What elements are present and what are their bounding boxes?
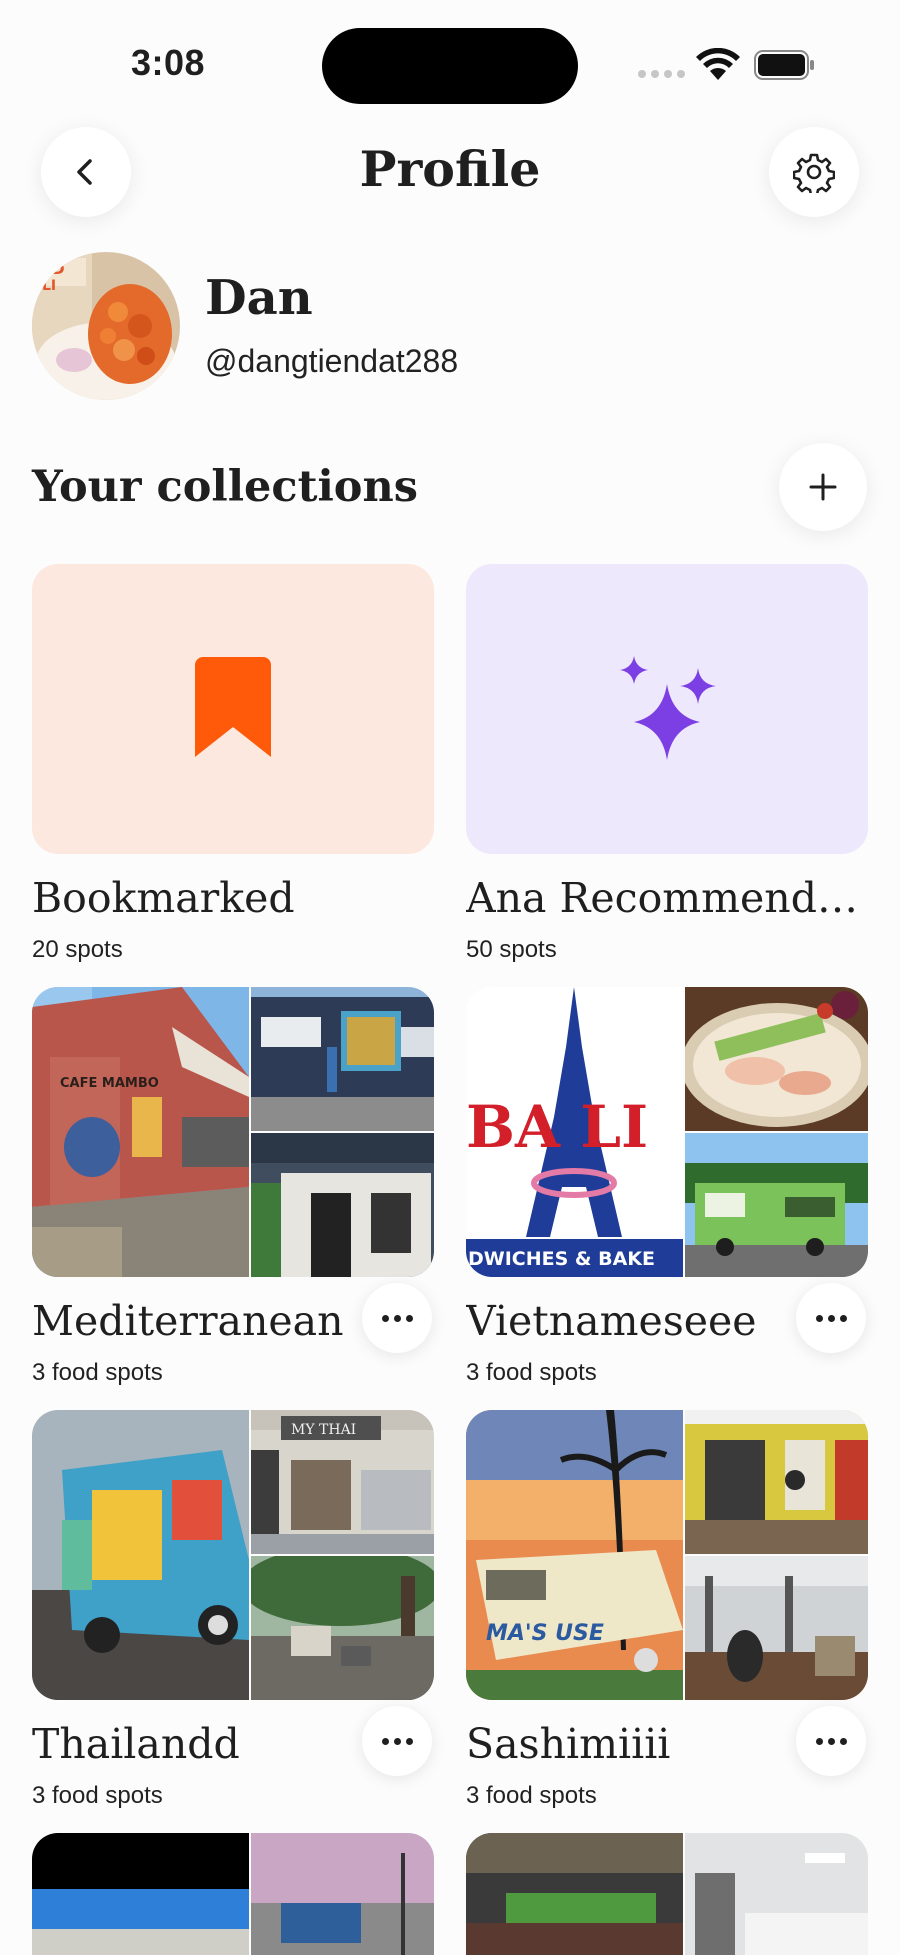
collection-title: Sashimiiii xyxy=(466,1720,671,1768)
collection-photo: MY THAI xyxy=(251,1410,434,1554)
collection-photo xyxy=(685,1556,868,1700)
collection-cover xyxy=(466,564,868,854)
collection-title: Ana Recommendations xyxy=(466,874,868,922)
collection-photo xyxy=(251,1833,434,1955)
collection-title: Thailandd xyxy=(32,1720,240,1768)
collection-card-mediterranean[interactable]: CAFE MAMBO Mediterranean 3 food spots xyxy=(32,987,434,1386)
svg-text:MA'S USE: MA'S USE xyxy=(486,1621,604,1646)
collection-card-partial[interactable] xyxy=(32,1833,434,1955)
collection-cover: MA'S USE xyxy=(466,1410,868,1700)
more-options-button[interactable] xyxy=(796,1706,866,1776)
collection-cover: BA LI DWICHES & BAKE xyxy=(466,987,868,1277)
collection-card-sashimiiii[interactable]: MA'S USE Sashimiiii 3 food spots xyxy=(466,1410,868,1809)
collection-photo xyxy=(251,987,434,1131)
bookmark-icon xyxy=(195,657,271,757)
more-options-button[interactable] xyxy=(362,1283,432,1353)
collection-photo xyxy=(32,1410,249,1700)
more-options-button[interactable] xyxy=(362,1706,432,1776)
collection-count: 3 food spots xyxy=(466,1782,597,1809)
more-options-button[interactable] xyxy=(796,1283,866,1353)
collection-cover xyxy=(466,1833,868,1955)
wifi-icon xyxy=(696,48,740,80)
collection-card-ana-recommendations[interactable]: Ana Recommendations 50 spots xyxy=(466,564,868,963)
collection-count: 3 food spots xyxy=(32,1782,163,1809)
collection-count: 50 spots xyxy=(466,936,557,963)
svg-text:CAFE MAMBO: CAFE MAMBO xyxy=(60,1076,159,1091)
plus-icon xyxy=(809,473,837,501)
battery-icon xyxy=(754,50,814,80)
collection-card-vietnameseee[interactable]: BA LI DWICHES & BAKE Vietnameseee 3 food… xyxy=(466,987,868,1386)
svg-text:MY THAI: MY THAI xyxy=(291,1422,356,1438)
collection-title: Bookmarked xyxy=(32,874,295,922)
collection-photo: BA LI DWICHES & BAKE xyxy=(466,987,683,1277)
collection-photo xyxy=(685,1133,868,1277)
collection-photo: CAFE MAMBO xyxy=(32,987,249,1277)
collection-photo xyxy=(685,1410,868,1554)
collection-count: 3 food spots xyxy=(32,1359,163,1386)
collection-photo xyxy=(251,1556,434,1700)
collection-cover xyxy=(32,1833,434,1955)
svg-text:LI: LI xyxy=(42,278,56,294)
collection-cover: CAFE MAMBO xyxy=(32,987,434,1277)
collection-card-bookmarked[interactable]: Bookmarked 20 spots xyxy=(32,564,434,963)
collections-section-title: Your collections xyxy=(32,462,418,512)
dynamic-island xyxy=(322,28,578,104)
collection-title: Vietnameseee xyxy=(466,1297,757,1345)
status-time: 3:08 xyxy=(131,42,206,83)
collection-photo xyxy=(685,1833,868,1955)
page-title: Profile xyxy=(359,140,541,198)
profile-handle: @dangtiendat288 xyxy=(205,343,459,379)
settings-button[interactable] xyxy=(769,127,859,217)
collection-card-thailandd[interactable]: MY THAI Thailandd 3 food spots xyxy=(32,1410,434,1809)
collection-photo xyxy=(466,1833,683,1955)
svg-text:BA LI: BA LI xyxy=(466,1093,648,1161)
collection-photo xyxy=(251,1133,434,1277)
gear-icon xyxy=(793,153,835,193)
profile-name: Dan xyxy=(205,270,313,326)
collection-title: Mediterranean xyxy=(32,1297,344,1345)
collection-photo: MA'S USE xyxy=(466,1410,683,1700)
svg-text:ND: ND xyxy=(38,259,65,278)
collection-count: 20 spots xyxy=(32,936,123,963)
svg-text:DWICHES & BAKE: DWICHES & BAKE xyxy=(468,1248,655,1270)
collection-cover: MY THAI xyxy=(32,1410,434,1700)
collection-photo xyxy=(32,1833,249,1955)
collection-cover xyxy=(32,564,434,854)
cellular-signal-icon xyxy=(638,70,685,78)
avatar[interactable]: ND LI xyxy=(32,252,180,400)
status-bar: 3:08 xyxy=(0,0,900,120)
collection-photo xyxy=(685,987,868,1131)
add-collection-button[interactable] xyxy=(779,443,867,531)
collection-card-partial[interactable] xyxy=(466,1833,868,1955)
collection-count: 3 food spots xyxy=(466,1359,597,1386)
sparkles-icon xyxy=(620,656,716,760)
